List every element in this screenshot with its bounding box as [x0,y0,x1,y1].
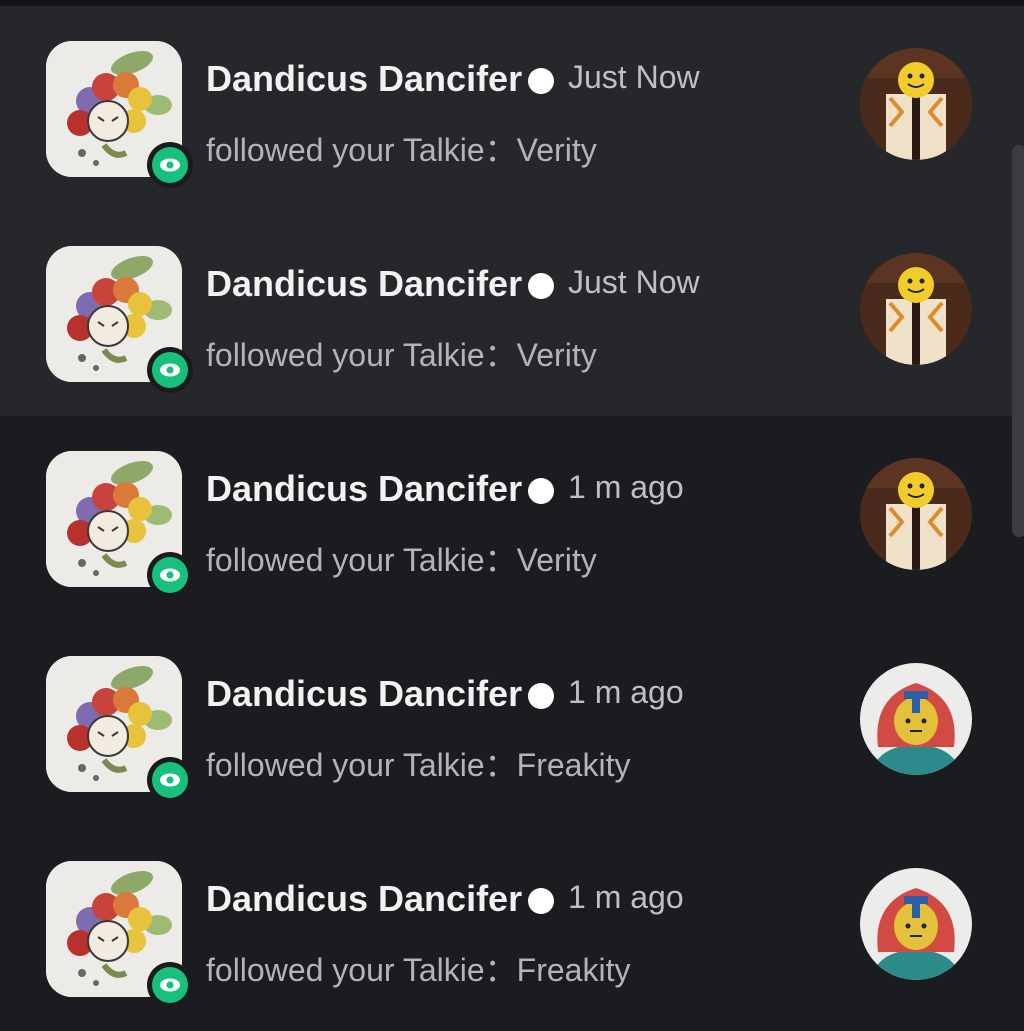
eye-icon [147,142,193,188]
user-name[interactable]: Dandicus Dancifer [206,468,522,510]
eye-icon [147,552,193,598]
user-name[interactable]: Dandicus Dancifer [206,673,522,715]
online-dot-icon [528,683,554,709]
notification-text: followed your Talkie：Verity [206,542,597,578]
online-dot-icon [528,68,554,94]
talkie-thumbnail[interactable] [860,868,972,980]
notification-text: followed your Talkie：Verity [206,132,597,168]
notification-text: followed your Talkie：Verity [206,337,597,373]
timestamp: Just Now [568,264,700,300]
talkie-thumbnail[interactable] [860,663,972,775]
timestamp: 1 m ago [568,674,684,710]
talkie-thumbnail[interactable] [860,253,972,365]
user-name[interactable]: Dandicus Dancifer [206,878,522,920]
user-name[interactable]: Dandicus Dancifer [206,263,522,305]
online-dot-icon [528,478,554,504]
notification-item[interactable]: Dandicus Dancifer Just Now followed your… [0,6,1024,211]
timestamp: 1 m ago [568,469,684,505]
notification-item[interactable]: Dandicus Dancifer 1 m ago followed your … [0,621,1024,826]
eye-icon [147,962,193,1008]
notification-text: followed your Talkie：Freakity [206,952,631,988]
eye-icon [147,757,193,803]
notification-item[interactable]: Dandicus Dancifer Just Now followed your… [0,211,1024,416]
notification-item[interactable]: Dandicus Dancifer 1 m ago followed your … [0,416,1024,621]
notification-text: followed your Talkie：Freakity [206,747,631,783]
user-name[interactable]: Dandicus Dancifer [206,58,522,100]
online-dot-icon [528,888,554,914]
scrollbar[interactable] [1012,145,1024,537]
online-dot-icon [528,273,554,299]
notification-list: Dandicus Dancifer Just Now followed your… [0,6,1024,1031]
notification-item[interactable]: Dandicus Dancifer 1 m ago followed your … [0,826,1024,1031]
timestamp: 1 m ago [568,879,684,915]
talkie-thumbnail[interactable] [860,458,972,570]
eye-icon [147,347,193,393]
timestamp: Just Now [568,59,700,95]
talkie-thumbnail[interactable] [860,48,972,160]
